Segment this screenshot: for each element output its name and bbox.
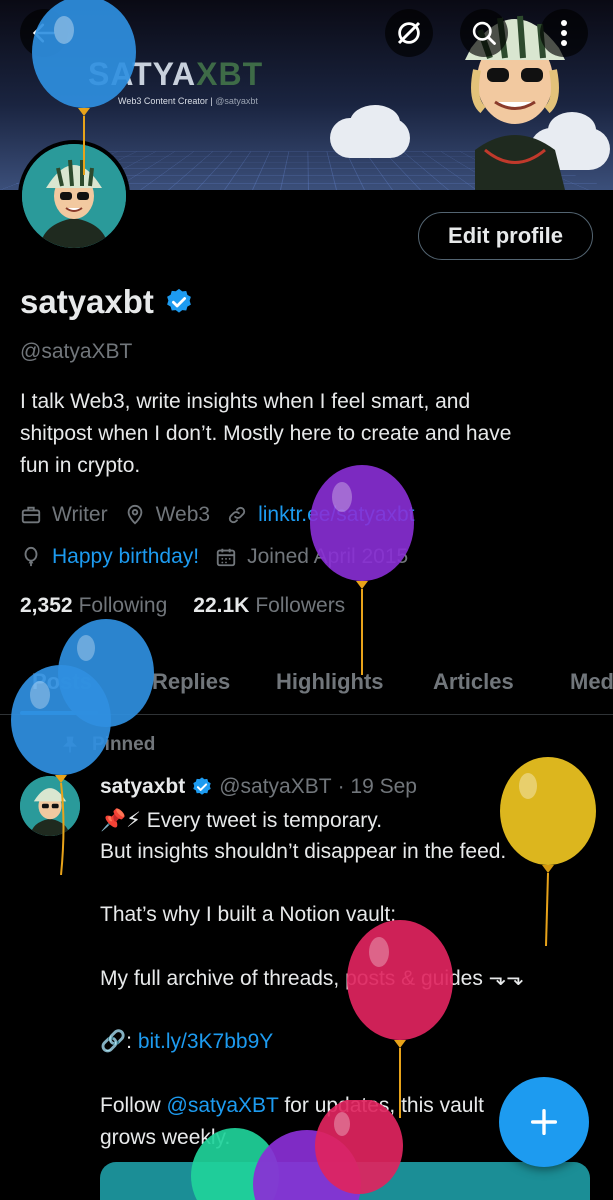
bio-line: shitpost when I don’t. Mostly here to cr…: [20, 422, 512, 445]
search-icon: [472, 21, 496, 45]
location-pin-icon: [127, 504, 142, 525]
search-button[interactable]: [460, 9, 508, 57]
profile-meta-row-2: Happy birthday! Joined April 2015: [20, 545, 424, 569]
joined-item: Joined April 2015: [215, 545, 408, 569]
profile-bio: I talk Web3, write insights when I feel …: [20, 386, 600, 482]
tweet-link-line: 🔗: bit.ly/3K7bb9Y: [100, 1030, 273, 1054]
tweet-text-line: But insights shouldn’t disappear in the …: [100, 840, 507, 863]
banner-brand: SATYAXBT: [88, 56, 263, 93]
back-arrow-icon: [32, 23, 55, 43]
balloon-icon: [24, 546, 38, 567]
follow-suffix: for updates, this vault: [278, 1094, 484, 1117]
compose-button[interactable]: [499, 1077, 589, 1167]
calendar-icon: [216, 548, 236, 567]
location-item: Web3: [124, 503, 210, 527]
profile-tabs: Posts Replies Highlights Articles Med: [0, 655, 613, 715]
balloon-decoration: [347, 920, 453, 1118]
followers-label: Followers: [255, 594, 346, 617]
grok-button[interactable]: [385, 9, 433, 57]
tweet-header: satyaxbt @satyaXBT · 19 Sep: [100, 775, 417, 799]
banner-subtitle-text: Web3 Content Creator |: [118, 96, 213, 106]
pin-icon: [62, 736, 78, 753]
balloon-decoration: [500, 757, 596, 946]
verified-badge-icon: [193, 777, 211, 795]
tab-highlights[interactable]: Highlights: [276, 669, 384, 695]
brand-part2: XBT: [196, 56, 264, 92]
tweet-text-line: My full archive of threads, posts & guid…: [100, 967, 524, 990]
briefcase-icon: [21, 506, 41, 524]
balloon-decoration: [310, 465, 414, 675]
banner-subtitle: Web3 Content Creator | @satyaxbt: [118, 96, 258, 106]
tweet-author-name[interactable]: satyaxbt: [100, 775, 185, 799]
tab-media[interactable]: Med: [570, 669, 613, 695]
joined-label: Joined April 2015: [247, 545, 409, 568]
grok-icon: [397, 21, 421, 45]
banner-subtitle-handle: @satyaxbt: [215, 96, 258, 106]
follow-prefix: Follow: [100, 1094, 167, 1117]
more-button[interactable]: [540, 9, 588, 57]
follow-stats: 2,352 Following 22.1K Followers: [20, 594, 345, 618]
followers-stat[interactable]: 22.1K Followers: [193, 594, 345, 618]
tweet-text-line: That’s why I built a Notion vault:: [100, 903, 397, 926]
back-button[interactable]: [20, 9, 68, 57]
tweet-avatar[interactable]: [20, 776, 80, 836]
pinned-label: Pinned: [92, 734, 156, 755]
tweet-author-handle[interactable]: @satyaXBT: [219, 775, 331, 799]
plus-icon: [530, 1108, 558, 1136]
bio-line: I talk Web3, write insights when I feel …: [20, 390, 471, 413]
profile-meta-row-1: Writer Web3 linktr.ee/satyaxbt: [20, 503, 431, 527]
more-vertical-icon: [561, 20, 567, 46]
category-label: Writer: [52, 503, 108, 526]
category-item: Writer: [20, 503, 108, 527]
location-label: Web3: [155, 503, 211, 526]
tweet-follow-line: Follow @satyaXBT for updates, this vault: [100, 1094, 484, 1118]
cloud-shape: [350, 105, 400, 140]
bio-line: fun in crypto.: [20, 454, 141, 477]
edit-profile-button[interactable]: Edit profile: [418, 212, 593, 260]
profile-handle: @satyaXBT: [20, 340, 133, 363]
profile-avatar[interactable]: [18, 140, 130, 252]
tweet-date[interactable]: · 19 Sep: [338, 775, 417, 799]
display-name: satyaxbt: [20, 283, 154, 320]
tweet-avatar-art: [20, 776, 80, 836]
website-item[interactable]: linktr.ee/satyaxbt: [226, 503, 415, 527]
brand-part1: SATYA: [88, 56, 197, 92]
birthday-item[interactable]: Happy birthday!: [20, 545, 199, 569]
followers-count: 22.1K: [193, 594, 250, 617]
website-link[interactable]: linktr.ee/satyaxbt: [258, 503, 414, 527]
tab-posts[interactable]: Posts: [32, 669, 92, 695]
tweet-text-line: 📌⚡ Every tweet is temporary.: [100, 809, 383, 832]
birthday-link[interactable]: Happy birthday!: [52, 545, 199, 569]
following-stat[interactable]: 2,352 Following: [20, 594, 167, 618]
tweet-text-line: grows weekly.: [100, 1126, 231, 1149]
tweet-media-card[interactable]: [100, 1162, 590, 1200]
tab-replies[interactable]: Replies: [152, 669, 230, 695]
following-count: 2,352: [20, 594, 73, 617]
link-icon: [228, 506, 246, 524]
active-tab-indicator: [20, 711, 98, 715]
following-label: Following: [78, 594, 168, 617]
tweet-url-link[interactable]: bit.ly/3K7bb9Y: [138, 1030, 273, 1053]
pinned-indicator: Pinned: [60, 734, 155, 756]
verified-badge-icon[interactable]: [164, 287, 194, 317]
display-name-row: satyaxbt: [20, 283, 194, 321]
link-emoji: 🔗:: [100, 1030, 138, 1053]
tab-articles[interactable]: Articles: [433, 669, 514, 695]
avatar-art: [22, 144, 126, 248]
tweet-mention-link[interactable]: @satyaXBT: [167, 1094, 279, 1117]
